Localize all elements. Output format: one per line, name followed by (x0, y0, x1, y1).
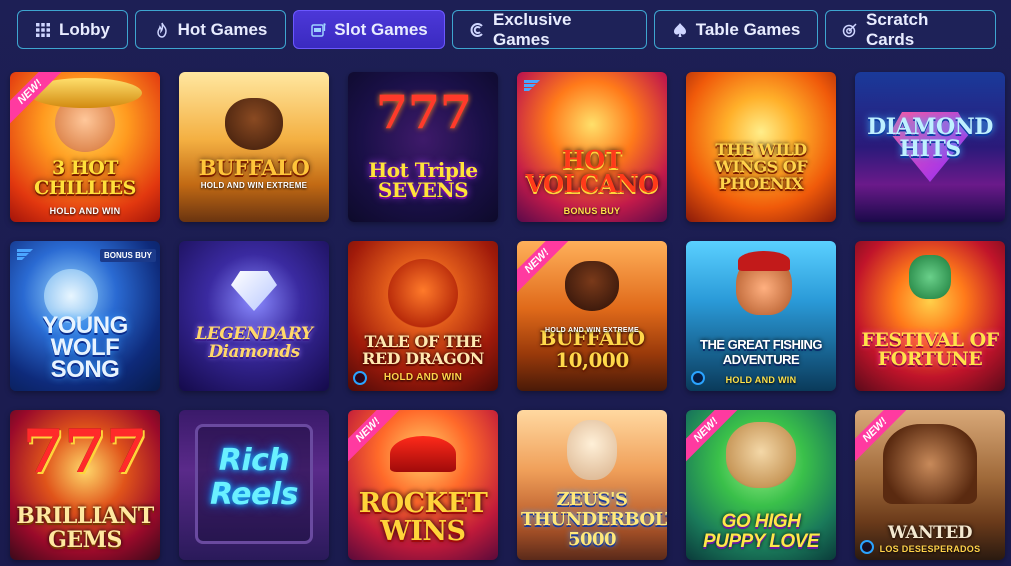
game-tile-wanted-los-desesperados[interactable]: NEW! WANTED LOS DESESPERADOS (855, 410, 1005, 560)
tab-label: Hot Games (177, 19, 268, 39)
game-title: YOUNG WOLF SONG (42, 312, 128, 383)
tab-slot-games[interactable]: Slot Games (293, 10, 445, 49)
tab-hot-games[interactable]: Hot Games (135, 10, 286, 49)
game-tile-diamond-hits[interactable]: DIAMOND HITS (855, 72, 1005, 222)
game-subtitle: HOLD AND WIN EXTREME (200, 181, 308, 190)
dragon-shape (388, 259, 458, 329)
category-tabs: Lobby Hot Games Slot Games Exclusive Gam… (17, 10, 996, 49)
game-tile-wild-wings-of-phoenix[interactable]: THE WILD WINGS OF PHOENIX (686, 72, 836, 222)
cap-shape (738, 251, 790, 271)
new-badge: NEW! (348, 410, 402, 464)
tab-exclusive-games[interactable]: Exclusive Games (452, 10, 647, 49)
game-subtitle: BONUS BUY (563, 206, 621, 216)
tab-scratch-cards[interactable]: Scratch Cards (825, 10, 996, 49)
game-subtitle: HOLD AND WIN (49, 206, 121, 216)
game-title: THE GREAT FISHING ADVENTURE (700, 337, 822, 367)
jackpot-icon (860, 540, 874, 554)
tab-label: Exclusive Games (493, 9, 572, 49)
game-grid: NEW! 3 HOT CHILLIES HOLD AND WIN BUFFALO… (10, 72, 1005, 560)
game-title: DIAMOND HITS (867, 114, 993, 162)
new-badge: NEW! (855, 410, 909, 464)
game-tile-3-hot-chillies[interactable]: NEW! 3 HOT CHILLIES HOLD AND WIN (10, 72, 160, 222)
game-tile-festival-of-fortune[interactable]: FESTIVAL OF FORTUNE (855, 241, 1005, 391)
provider-logo-icon (17, 249, 33, 260)
grid-icon (35, 22, 51, 38)
zeus-figure-shape (567, 420, 617, 480)
bonus-buy-badge: BONUS BUY (99, 249, 156, 262)
new-badge: NEW! (517, 241, 571, 295)
game-title: WANTED (887, 523, 973, 543)
tab-label: Lobby (59, 19, 110, 39)
buffalo-head-shape (225, 98, 283, 150)
game-tile-buffalo[interactable]: BUFFALO HOLD AND WIN EXTREME (179, 72, 329, 222)
jackpot-icon (353, 371, 367, 385)
game-tile-legendary-diamonds[interactable]: LEGENDARY Diamonds (179, 241, 329, 391)
game-title: BRILLIANT GEMS (16, 503, 154, 553)
game-tile-rich-reels[interactable]: Rich Reels (179, 410, 329, 560)
game-title: Hot Triple SEVENS (368, 158, 478, 202)
game-tile-buffalo-10000[interactable]: NEW! BUFFALO 10,000 HOLD AND WIN EXTREME (517, 241, 667, 391)
tab-label: Table Games (695, 19, 801, 39)
slot-machine-icon (310, 22, 326, 38)
game-title: FESTIVAL OF FORTUNE (861, 329, 999, 370)
new-badge: NEW! (686, 410, 740, 464)
game-tile-great-fishing-adventure[interactable]: THE GREAT FISHING ADVENTURE HOLD AND WIN (686, 241, 836, 391)
game-tile-hot-triple-sevens[interactable]: 777 Hot Triple SEVENS (348, 72, 498, 222)
game-tile-young-wolf-song[interactable]: BONUS BUY YOUNG WOLF SONG (10, 241, 160, 391)
game-title: LEGENDARY Diamonds (195, 324, 313, 362)
game-subtitle: HOLD AND WIN (383, 372, 463, 383)
exclusive-icon (469, 22, 485, 38)
sevens-symbol: 777 (22, 417, 148, 487)
tab-table-games[interactable]: Table Games (654, 10, 818, 49)
game-title: TALE OF THE RED DRAGON (362, 332, 484, 368)
game-title: THE WILD WINGS OF PHOENIX (714, 140, 808, 193)
game-subtitle: HOLD AND WIN (725, 375, 797, 385)
game-title: BUFFALO (198, 155, 310, 180)
game-artwork (179, 241, 329, 391)
flame-icon (154, 22, 170, 38)
game-title: 3 HOT CHILLIES (34, 157, 136, 199)
game-tile-rocket-wins[interactable]: NEW! ROCKET WINS (348, 410, 498, 560)
game-subtitle: LOS DESESPERADOS (879, 544, 981, 554)
target-icon (842, 22, 858, 38)
game-title: HOT VOLCANO (525, 145, 659, 198)
tab-label: Slot Games (334, 19, 428, 39)
game-tile-brilliant-gems[interactable]: 777 BRILLIANT GEMS (10, 410, 160, 560)
buffalo-head-shape (565, 261, 619, 311)
sevens-symbol: 777 (376, 85, 473, 139)
jackpot-icon (691, 371, 705, 385)
game-title: Rich Reels (210, 443, 298, 512)
new-badge: NEW! (10, 72, 64, 126)
game-subtitle: HOLD AND WIN EXTREME (544, 327, 640, 334)
provider-logo-icon (524, 80, 540, 91)
game-tile-go-high-puppy-love[interactable]: NEW! GO HIGH PUPPY LOVE (686, 410, 836, 560)
tab-lobby[interactable]: Lobby (17, 10, 128, 49)
lantern-shape (909, 255, 951, 299)
game-title: ZEUS'S THUNDERBOLT 5000 (521, 489, 667, 550)
tab-label: Scratch Cards (866, 9, 929, 49)
game-title: ROCKET WINS (358, 488, 488, 547)
game-tile-tale-of-the-red-dragon[interactable]: TALE OF THE RED DRAGON HOLD AND WIN (348, 241, 498, 391)
spade-icon (672, 22, 688, 38)
game-title: GO HIGH PUPPY LOVE (702, 511, 820, 552)
game-tile-zeus-thunderbolt-5000[interactable]: ZEUS'S THUNDERBOLT 5000 (517, 410, 667, 560)
game-tile-hot-volcano[interactable]: HOT VOLCANO BONUS BUY (517, 72, 667, 222)
